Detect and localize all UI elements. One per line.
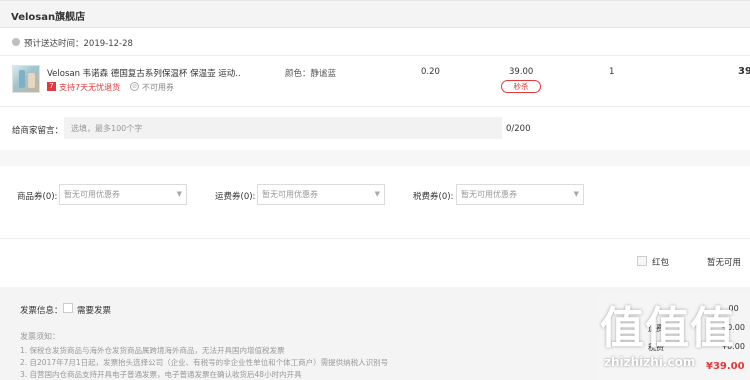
- tax-coupon-label: 税费券(0):: [413, 192, 454, 202]
- message-char-count: 0/200: [506, 124, 531, 134]
- hongbao-label: 红包: [652, 258, 670, 268]
- chevron-down-icon: ▼: [176, 190, 182, 198]
- product-title[interactable]: Velosan 韦诺森 德国复古系列保温杯 保温壶 运动...: [47, 67, 241, 79]
- clock-icon: [12, 38, 20, 46]
- invoice-note: 3. 自营国内仓商品支持开具电子普通发票，电子普通发票在确认收货后48小时内开具: [20, 370, 302, 379]
- watermark-url: zhizhizhi.com: [604, 355, 696, 369]
- seckill-tag: 秒杀: [501, 80, 541, 93]
- shop-header: [0, 0, 750, 28]
- shop-name[interactable]: Velosan旗舰店: [11, 8, 85, 23]
- return-policy: 支持7天无忧退货: [59, 83, 121, 92]
- shipping-coupon-select[interactable]: 暂无可用优惠券 ▼: [257, 184, 385, 205]
- delivery-estimate: 预计送达时间：2019-12-28: [24, 39, 133, 49]
- need-invoice-checkbox[interactable]: [63, 303, 73, 313]
- hongbao-status: 暂无可用: [707, 258, 742, 268]
- goods-coupon-label: 商品券(0):: [17, 192, 58, 202]
- divider: [0, 238, 750, 239]
- no-coupon-icon: ⊘: [130, 82, 139, 91]
- watermark-logo: 值值值: [600, 303, 735, 354]
- shipping-coupon-value: 暂无可用优惠券: [262, 190, 318, 199]
- tax-coupon-select[interactable]: 暂无可用优惠券 ▼: [456, 184, 584, 205]
- quantity: 1: [609, 67, 615, 77]
- goods-coupon-select[interactable]: 暂无可用优惠券 ▼: [59, 184, 187, 205]
- divider: [0, 106, 750, 107]
- no-coupon-text: 不可用券: [142, 83, 174, 92]
- item-subtotal: 39.00: [738, 66, 750, 77]
- summary-total: ¥39.00: [706, 361, 745, 372]
- invoice-note: 1. 保税仓发货商品与海外仓发货商品属跨境海外商品，无法开具国内增值税发票: [20, 346, 285, 355]
- divider: [0, 55, 750, 56]
- unit-price: 39.00: [509, 67, 534, 77]
- message-label: 给商家留言：: [12, 126, 64, 136]
- chevron-down-icon: ▼: [573, 190, 579, 198]
- product-color: 颜色：静谧蓝: [285, 69, 337, 79]
- message-input[interactable]: [64, 117, 502, 139]
- shipping-coupon-label: 运费券(0):: [215, 192, 256, 202]
- invoice-label: 发票信息：: [20, 306, 63, 316]
- section-divider-band: [0, 150, 750, 166]
- hongbao-checkbox[interactable]: [637, 256, 647, 266]
- tax-coupon-value: 暂无可用优惠券: [461, 190, 517, 199]
- product-weight: 0.20: [421, 67, 440, 77]
- invoice-notice-title: 发票须知：: [20, 332, 60, 341]
- goods-coupon-value: 暂无可用优惠券: [64, 190, 120, 199]
- return-badge-icon: 7: [47, 82, 56, 91]
- invoice-note: 2. 自2017年7月1日起，发票抬头选择公司（企业、有税号的非企业性单位和个体…: [20, 358, 389, 367]
- product-thumbnail[interactable]: [12, 65, 40, 93]
- need-invoice-label[interactable]: 需要发票: [77, 304, 111, 316]
- chevron-down-icon: ▼: [374, 190, 380, 198]
